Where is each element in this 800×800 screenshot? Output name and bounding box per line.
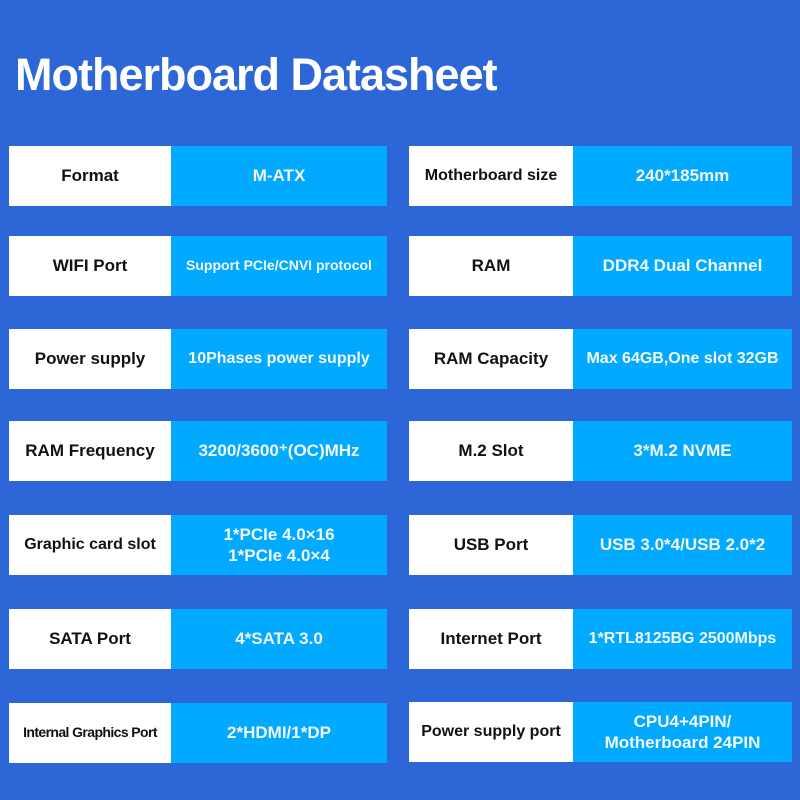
spec-row-power-supply: Power supply 10Phases power supply <box>9 329 387 389</box>
spec-value: USB 3.0*4/USB 2.0*2 <box>573 515 792 575</box>
spec-row-sata-port: SATA Port 4*SATA 3.0 <box>9 609 387 669</box>
spec-row-power-supply-port: Power supply port CPU4+4PIN/ Motherboard… <box>409 702 792 762</box>
spec-value: 240*185mm <box>573 146 792 206</box>
spec-value: 10Phases power supply <box>171 329 387 389</box>
spec-value: Support PCIe/CNVI protocol <box>171 236 387 296</box>
spec-value: 1*RTL8125BG 2500Mbps <box>573 609 792 669</box>
spec-label: Format <box>9 146 171 206</box>
spec-value: Max 64GB,One slot 32GB <box>573 329 792 389</box>
spec-label: Internal Graphics Port <box>9 703 171 763</box>
spec-value: DDR4 Dual Channel <box>573 236 792 296</box>
spec-value: 4*SATA 3.0 <box>171 609 387 669</box>
spec-value: 1*PCIe 4.0×16 1*PCIe 4.0×4 <box>171 515 387 575</box>
spec-value: M-ATX <box>171 146 387 206</box>
spec-row-internet-port: Internet Port 1*RTL8125BG 2500Mbps <box>409 609 792 669</box>
spec-row-format: Format M-ATX <box>9 146 387 206</box>
spec-label: Power supply <box>9 329 171 389</box>
spec-row-graphic-card-slot: Graphic card slot 1*PCIe 4.0×16 1*PCIe 4… <box>9 515 387 575</box>
spec-row-usb-port: USB Port USB 3.0*4/USB 2.0*2 <box>409 515 792 575</box>
spec-row-ram-capacity: RAM Capacity Max 64GB,One slot 32GB <box>409 329 792 389</box>
spec-label: USB Port <box>409 515 573 575</box>
spec-value: CPU4+4PIN/ Motherboard 24PIN <box>573 702 792 762</box>
spec-label: Internet Port <box>409 609 573 669</box>
spec-label: RAM Capacity <box>409 329 573 389</box>
spec-value: 3*M.2 NVME <box>573 421 792 481</box>
spec-label: Power supply port <box>409 702 573 762</box>
spec-value: 3200/3600⁺(OC)MHz <box>171 421 387 481</box>
spec-label: RAM Frequency <box>9 421 171 481</box>
spec-value: 2*HDMI/1*DP <box>171 703 387 763</box>
spec-label: Motherboard size <box>409 146 573 206</box>
spec-label: Graphic card slot <box>9 515 171 575</box>
spec-row-wifi-port: WIFI Port Support PCIe/CNVI protocol <box>9 236 387 296</box>
spec-label: WIFI Port <box>9 236 171 296</box>
page-title: Motherboard Datasheet <box>15 49 498 100</box>
spec-row-motherboard-size: Motherboard size 240*185mm <box>409 146 792 206</box>
spec-row-internal-graphics-port: Internal Graphics Port 2*HDMI/1*DP <box>9 703 387 763</box>
spec-label: RAM <box>409 236 573 296</box>
spec-row-m2-slot: M.2 Slot 3*M.2 NVME <box>409 421 792 481</box>
spec-label: M.2 Slot <box>409 421 573 481</box>
spec-label: SATA Port <box>9 609 171 669</box>
spec-row-ram: RAM DDR4 Dual Channel <box>409 236 792 296</box>
spec-row-ram-frequency: RAM Frequency 3200/3600⁺(OC)MHz <box>9 421 387 481</box>
